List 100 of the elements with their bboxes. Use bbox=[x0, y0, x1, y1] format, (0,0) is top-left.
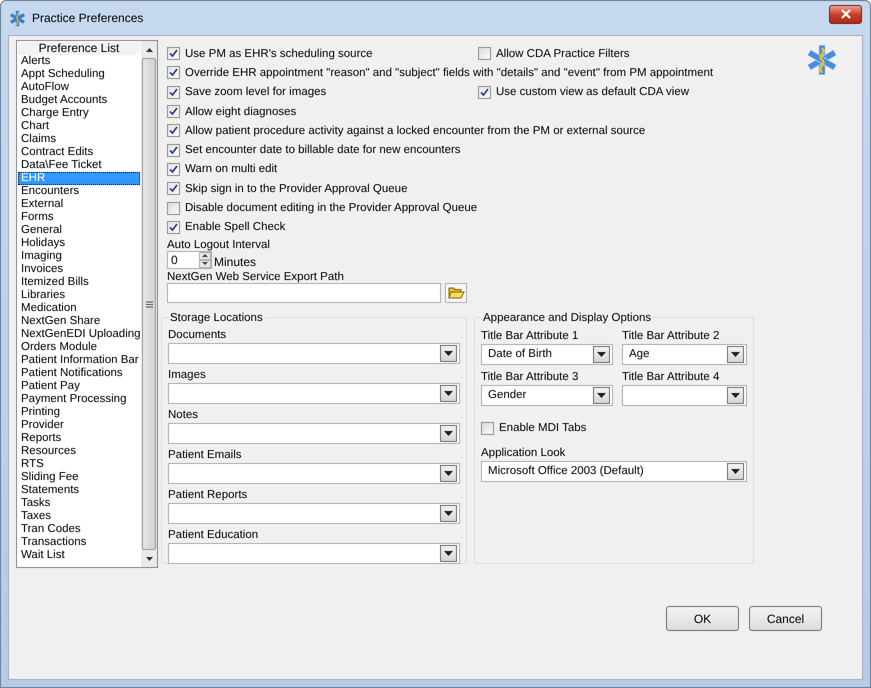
list-item[interactable]: Alerts bbox=[18, 55, 140, 68]
close-icon bbox=[840, 9, 850, 19]
caret-icon bbox=[444, 390, 453, 396]
checkbox-option[interactable]: Disable document editing in the Provider Approval Queue bbox=[167, 202, 478, 215]
checkbox-option[interactable]: Warn on multi edit bbox=[167, 162, 439, 176]
list-item[interactable]: Patient Information Bar bbox=[18, 354, 140, 367]
list-item[interactable]: General bbox=[18, 224, 140, 237]
list-item[interactable]: Medication bbox=[18, 302, 140, 315]
dropdown[interactable]: Age bbox=[622, 344, 747, 365]
list-item[interactable]: Chart bbox=[18, 120, 140, 133]
list-item[interactable]: Appt Scheduling bbox=[18, 68, 140, 81]
ok-button[interactable]: OK bbox=[666, 606, 739, 631]
list-item[interactable]: Taxes bbox=[18, 510, 140, 523]
list-item[interactable]: Forms bbox=[18, 211, 140, 224]
checkbox-option[interactable]: Use custom view as default CDA view bbox=[478, 86, 806, 99]
list-item[interactable]: Invoices bbox=[18, 263, 140, 276]
dropdown[interactable]: Date of Birth bbox=[481, 344, 613, 365]
list-item[interactable]: Printing bbox=[18, 406, 140, 419]
list-item[interactable]: Tasks bbox=[18, 497, 140, 510]
field-label: Auto Logout Interval bbox=[167, 238, 271, 251]
list-item[interactable]: Libraries bbox=[18, 289, 140, 302]
checkbox[interactable] bbox=[481, 422, 494, 435]
checkbox[interactable] bbox=[167, 162, 180, 176]
list-item[interactable]: Data\Fee Ticket bbox=[18, 159, 140, 172]
field-label: Images bbox=[168, 368, 207, 383]
checkbox-option[interactable]: Set encounter date to billable date for new encounters bbox=[167, 144, 461, 157]
list-item[interactable]: Holidays bbox=[18, 237, 140, 250]
path-field[interactable] bbox=[167, 282, 441, 303]
checkbox[interactable] bbox=[167, 47, 180, 60]
caret-icon bbox=[444, 550, 453, 556]
scroll-bar[interactable] bbox=[141, 41, 157, 567]
checkbox-option[interactable]: Enable Spell Check bbox=[167, 220, 439, 234]
list-item[interactable]: Patient Pay bbox=[18, 380, 140, 393]
checkbox-option[interactable]: Use PM as EHR's scheduling source bbox=[167, 47, 439, 60]
caret-icon bbox=[444, 470, 453, 476]
dropdown[interactable]: Microsoft Office 2003 (Default) bbox=[481, 460, 747, 482]
dropdown[interactable]: Gender bbox=[481, 384, 613, 406]
close-button[interactable] bbox=[829, 4, 862, 24]
list-item[interactable]: Provider bbox=[18, 419, 140, 432]
checkbox-option[interactable]: Override EHR appointment "reason" and "subject" fields with "details" and "event" from PM appointment bbox=[167, 66, 714, 80]
group-title: Appearance and Display Options bbox=[482, 312, 652, 324]
down-arrow-icon bbox=[202, 262, 208, 266]
list-item[interactable]: Patient Notifications bbox=[18, 367, 140, 380]
caret-icon bbox=[444, 430, 453, 436]
checkbox[interactable] bbox=[478, 47, 491, 60]
list-item[interactable]: NextGen Share bbox=[18, 315, 140, 328]
list-item[interactable]: Budget Accounts bbox=[18, 94, 140, 107]
down-arrow-icon bbox=[146, 556, 152, 560]
list-item[interactable]: AutoFlow bbox=[18, 81, 140, 94]
checkbox[interactable] bbox=[167, 66, 180, 80]
checkbox-option[interactable]: Allow patient procedure activity against a locked encounter from the PM or external source bbox=[167, 124, 646, 138]
caret-icon bbox=[444, 350, 453, 356]
list-item[interactable]: Tran Codes bbox=[18, 523, 140, 536]
grip-icon bbox=[146, 300, 152, 308]
checkbox-option[interactable]: Enable MDI Tabs bbox=[481, 422, 747, 435]
checkbox[interactable] bbox=[167, 202, 180, 215]
checkbox[interactable] bbox=[478, 86, 491, 99]
dropdown[interactable] bbox=[622, 384, 747, 406]
window-title: Practice Preferences bbox=[32, 11, 144, 25]
checkbox-option[interactable]: Skip sign in to the Provider Approval Queue bbox=[167, 182, 439, 196]
caret-icon bbox=[597, 352, 606, 357]
list-item[interactable]: Contract Edits bbox=[18, 146, 140, 159]
list-item[interactable]: Orders Module bbox=[18, 341, 140, 354]
star-of-life-icon bbox=[806, 44, 838, 76]
checkbox[interactable] bbox=[167, 105, 180, 118]
field-label: Documents bbox=[168, 328, 228, 343]
folder-icon[interactable] bbox=[445, 282, 467, 303]
checkbox[interactable] bbox=[167, 220, 180, 234]
list-item[interactable]: NextGenEDI Uploading bbox=[18, 328, 140, 341]
checkbox[interactable] bbox=[167, 144, 180, 157]
list-item[interactable]: Claims bbox=[18, 133, 140, 146]
checkbox[interactable] bbox=[167, 86, 180, 99]
list-item[interactable]: Payment Processing bbox=[18, 393, 140, 406]
list-item[interactable]: Itemized Bills bbox=[18, 276, 140, 289]
spin-field[interactable]: 0 bbox=[167, 250, 212, 269]
checkbox-option[interactable]: Allow CDA Practice Filters bbox=[478, 47, 806, 60]
field-label: NextGen Web Service Export Path bbox=[167, 270, 345, 283]
checkbox-option[interactable]: Allow eight diagnoses bbox=[167, 105, 439, 118]
list-item[interactable]: Resources bbox=[18, 445, 140, 458]
cancel-button[interactable]: Cancel bbox=[749, 606, 822, 631]
list-item[interactable]: Imaging bbox=[18, 250, 140, 263]
caret-icon bbox=[731, 468, 740, 474]
list-item[interactable]: Transactions bbox=[18, 536, 140, 549]
list-item[interactable]: Sliding Fee bbox=[18, 471, 140, 484]
list-item[interactable]: Encounters bbox=[18, 185, 140, 198]
group-title: Storage Locations bbox=[169, 312, 264, 324]
star-of-life-icon bbox=[9, 10, 26, 26]
list-header: Preference List bbox=[18, 42, 140, 55]
caret-icon bbox=[597, 392, 606, 398]
checkbox[interactable] bbox=[167, 124, 180, 138]
list-item[interactable]: RTS bbox=[18, 458, 140, 471]
list-item[interactable]: Charge Entry bbox=[18, 107, 140, 120]
list-item[interactable]: Statements bbox=[18, 484, 140, 497]
checkbox-option[interactable]: Save zoom level for images bbox=[167, 86, 439, 99]
list-item[interactable]: External bbox=[18, 198, 140, 211]
checkbox[interactable] bbox=[167, 182, 180, 196]
list-item[interactable]: Reports bbox=[18, 432, 140, 445]
list-item[interactable]: Wait List bbox=[18, 549, 140, 562]
caret-icon bbox=[731, 392, 740, 398]
up-arrow-icon bbox=[202, 254, 208, 258]
